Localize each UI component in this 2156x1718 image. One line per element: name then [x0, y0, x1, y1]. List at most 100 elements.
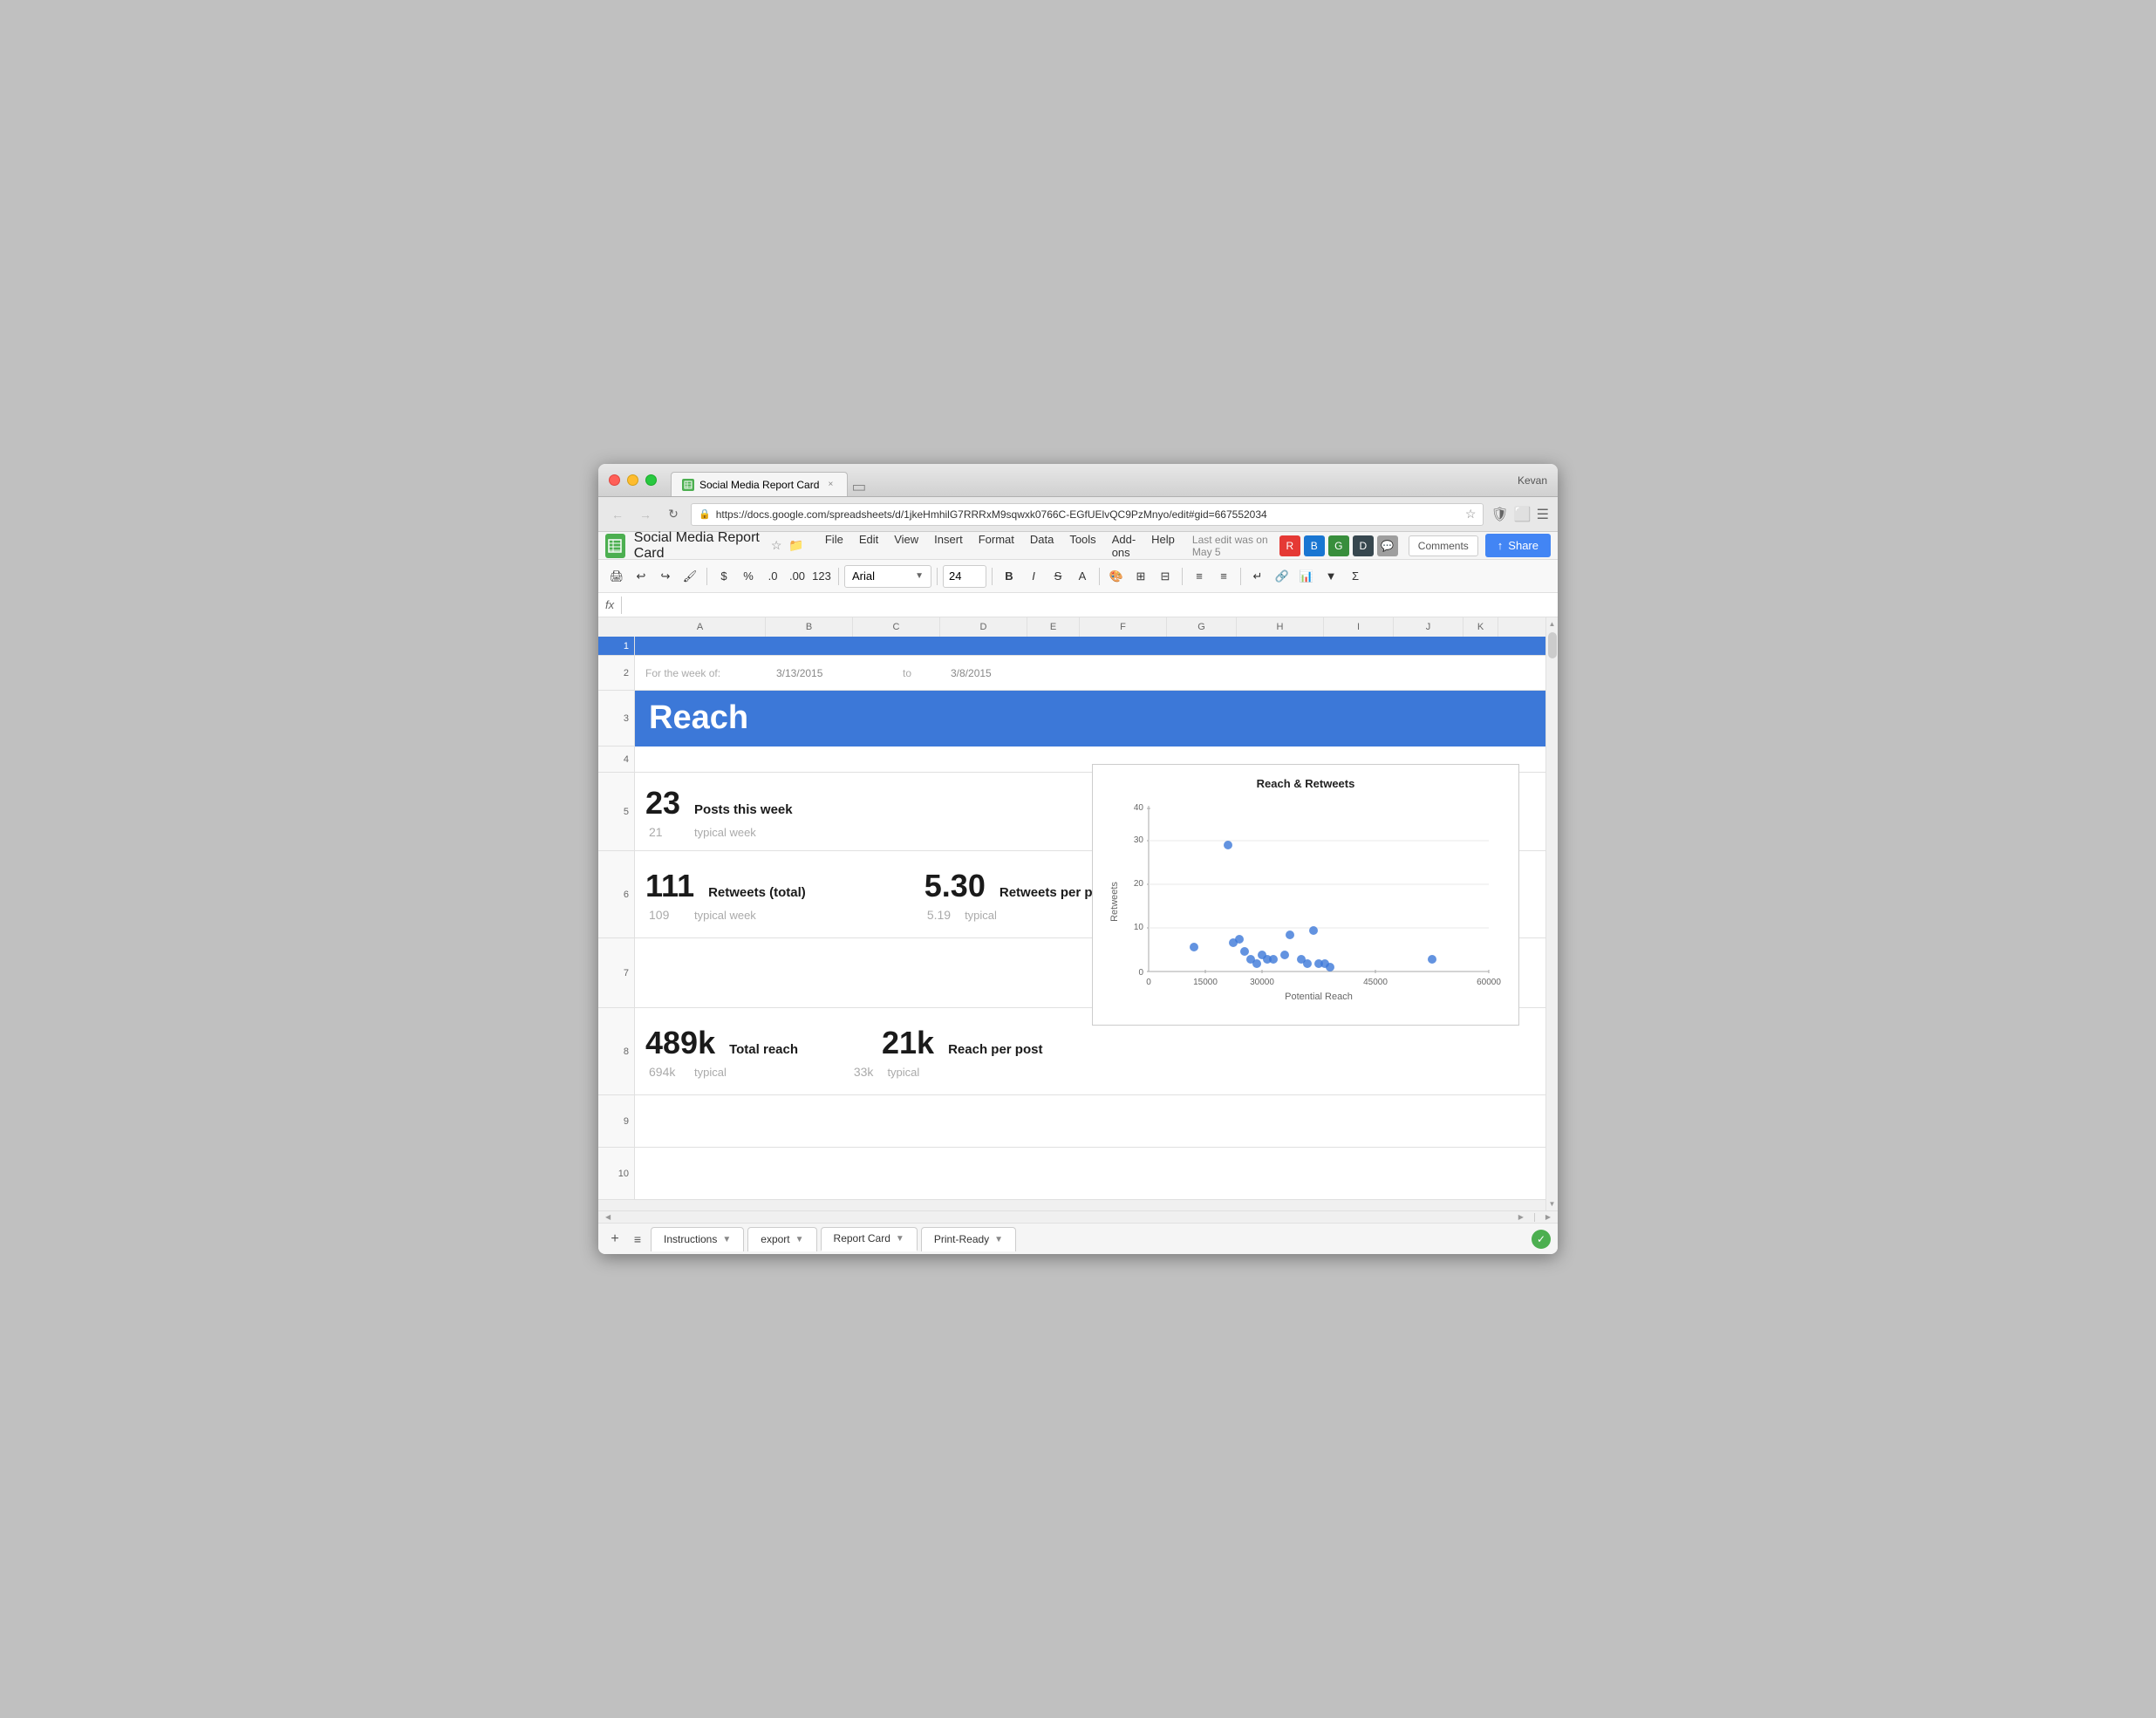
menu-format[interactable]: Format — [972, 529, 1021, 562]
align-left-button[interactable]: ≡ — [1188, 565, 1211, 588]
menu-data[interactable]: Data — [1023, 529, 1061, 562]
new-tab-button[interactable]: ▭ — [851, 478, 866, 496]
menu-addons[interactable]: Add-ons — [1105, 529, 1143, 562]
align-center-button[interactable]: ≡ — [1212, 565, 1235, 588]
fill-color-button[interactable]: 🎨 — [1105, 565, 1128, 588]
merge-button[interactable]: ⊟ — [1154, 565, 1177, 588]
svg-text:15000: 15000 — [1193, 978, 1218, 987]
row-num-1: 1 — [598, 637, 635, 656]
col-header-g: G — [1167, 617, 1237, 637]
link-button[interactable]: 🔗 — [1271, 565, 1293, 588]
refresh-button[interactable]: ↻ — [663, 504, 684, 525]
sheet-tab-report-card[interactable]: Report Card ▼ — [821, 1227, 918, 1251]
scroll-thumb[interactable] — [1548, 632, 1557, 658]
menu-help[interactable]: Help — [1144, 529, 1182, 562]
print-icon[interactable]: 🖨 — [605, 565, 628, 588]
extension-icon-2[interactable]: ⬜ — [1514, 506, 1532, 523]
italic-button[interactable]: I — [1022, 565, 1045, 588]
functions-button[interactable]: Σ — [1344, 565, 1367, 588]
menu-insert[interactable]: Insert — [927, 529, 970, 562]
week-label: For the week of: — [645, 667, 776, 679]
undo-icon[interactable]: ↩ — [630, 565, 652, 588]
comments-button[interactable]: Comments — [1409, 535, 1478, 556]
traffic-lights — [609, 474, 657, 486]
font-dropdown-icon: ▼ — [915, 571, 924, 581]
scroll-right-arrow[interactable]: ▶ — [1515, 1213, 1527, 1221]
redo-icon[interactable]: ↪ — [654, 565, 677, 588]
print-ready-tab-label: Print-Ready — [934, 1233, 989, 1245]
bookmark-icon[interactable]: ☆ — [1465, 507, 1477, 522]
font-size-selector[interactable]: 24 — [943, 565, 986, 588]
extension-icon-1[interactable]: 🛡 — [1491, 506, 1508, 523]
scroll-down-arrow[interactable]: ▼ — [1546, 1197, 1558, 1210]
col-header-a: A — [635, 617, 766, 637]
scroll-track[interactable] — [1546, 631, 1558, 1197]
add-sheet-button[interactable]: + — [605, 1230, 624, 1249]
col-header-b: B — [766, 617, 853, 637]
formula-bar: fx — [598, 593, 1558, 617]
close-button[interactable] — [609, 474, 620, 486]
minimize-button[interactable] — [627, 474, 638, 486]
active-tab[interactable]: Social Media Report Card × — [671, 472, 848, 496]
ext-dark-icon[interactable]: D — [1353, 535, 1374, 556]
extension-icon-3[interactable]: ☰ — [1537, 506, 1549, 523]
row-1-cells[interactable] — [635, 637, 1545, 656]
posts-typical-num: 21 — [649, 825, 680, 839]
row-num-3: 3 — [598, 691, 635, 747]
scroll-up-arrow[interactable]: ▲ — [1546, 617, 1558, 631]
sheet-tab-export[interactable]: export ▼ — [747, 1227, 816, 1251]
decimal-increase-icon[interactable]: .00 — [786, 565, 808, 588]
font-selector[interactable]: Arial ▼ — [844, 565, 931, 588]
scroll-left-arrow[interactable]: ◀ — [602, 1213, 614, 1221]
currency-icon[interactable]: $ — [713, 565, 735, 588]
strikethrough-button[interactable]: S — [1047, 565, 1069, 588]
sheet-list-button[interactable]: ≡ — [628, 1230, 647, 1249]
vertical-scrollbar[interactable]: ▲ ▼ — [1545, 617, 1558, 1210]
menu-file[interactable]: File — [818, 529, 850, 562]
row-10-cells[interactable] — [635, 1148, 1545, 1200]
row-1: 1 — [598, 637, 1545, 656]
rpp-block: Reach per post — [948, 1042, 1042, 1057]
reach-typical-row: 694k typical 33k typical — [645, 1065, 1545, 1079]
sheet-tab-instructions[interactable]: Instructions ▼ — [651, 1227, 744, 1251]
decimal-decrease-icon[interactable]: .0 — [761, 565, 784, 588]
ext-chat-icon[interactable]: 💬 — [1377, 535, 1398, 556]
tab-close-button[interactable]: × — [824, 479, 836, 491]
row-3-cells[interactable]: Reach — [635, 691, 1545, 747]
back-button[interactable]: ← — [607, 504, 628, 525]
svg-text:30: 30 — [1134, 835, 1144, 845]
ext-green-icon[interactable]: G — [1328, 535, 1349, 556]
formula-input[interactable] — [629, 598, 1551, 611]
borders-button[interactable]: ⊞ — [1129, 565, 1152, 588]
number-format-icon[interactable]: 123 — [810, 565, 833, 588]
reach-number: 489k — [645, 1025, 715, 1061]
text-color-button[interactable]: A — [1071, 565, 1094, 588]
ext-red-icon[interactable]: R — [1279, 535, 1300, 556]
lock-icon: 🔒 — [699, 508, 711, 520]
forward-button[interactable]: → — [635, 504, 656, 525]
folder-icon[interactable]: 📁 — [788, 538, 803, 553]
formatting-toolbar: 🖨 ↩ ↪ 🖌 $ % .0 .00 123 Arial ▼ 24 B I S … — [598, 560, 1558, 593]
filter-button[interactable]: ▼ — [1320, 565, 1342, 588]
sheet-tab-print-ready[interactable]: Print-Ready ▼ — [921, 1227, 1016, 1251]
svg-text:0: 0 — [1138, 968, 1143, 978]
sheets-logo — [605, 534, 625, 558]
menu-view[interactable]: View — [887, 529, 925, 562]
reach-per-post-label: Reach per post — [948, 1042, 1042, 1057]
menu-edit[interactable]: Edit — [852, 529, 885, 562]
menu-tools[interactable]: Tools — [1062, 529, 1102, 562]
scroll-right2-arrow[interactable]: ▶ — [1542, 1213, 1554, 1221]
chart-button[interactable]: 📊 — [1295, 565, 1318, 588]
format-paint-icon[interactable]: 🖌 — [679, 565, 701, 588]
font-name: Arial — [852, 569, 875, 583]
maximize-button[interactable] — [645, 474, 657, 486]
url-bar[interactable]: 🔒 https://docs.google.com/spreadsheets/d… — [691, 503, 1484, 526]
row-9-cells[interactable] — [635, 1095, 1545, 1148]
ext-blue-icon[interactable]: B — [1304, 535, 1325, 556]
share-button[interactable]: ↑ Share — [1485, 534, 1551, 557]
row-2-cells[interactable]: For the week of: 3/13/2015 to 3/8/2015 — [635, 656, 1545, 691]
star-doc-icon[interactable]: ☆ — [771, 538, 782, 553]
bold-button[interactable]: B — [998, 565, 1020, 588]
wrap-text-button[interactable]: ↵ — [1246, 565, 1269, 588]
percent-icon[interactable]: % — [737, 565, 760, 588]
